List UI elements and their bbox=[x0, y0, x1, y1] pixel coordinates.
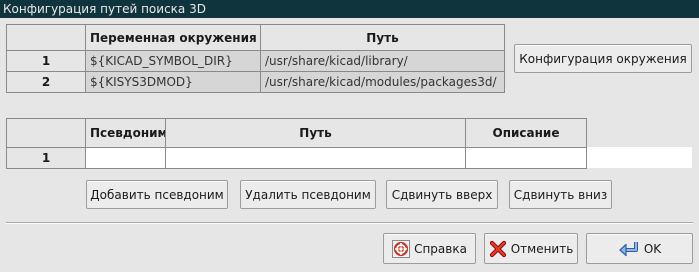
cancel-label: Отменить bbox=[510, 241, 574, 256]
cancel-button[interactable]: Отменить bbox=[484, 233, 578, 264]
configure-environment-button[interactable]: Конфигурация окружения bbox=[514, 44, 692, 73]
lifebuoy-icon bbox=[392, 239, 411, 258]
remove-alias-button[interactable]: Удалить псевдоним bbox=[240, 180, 376, 209]
help-button[interactable]: Справка bbox=[383, 233, 476, 264]
enter-arrow-icon bbox=[618, 240, 640, 258]
alias-row-label[interactable]: 1 bbox=[6, 147, 86, 169]
move-down-button[interactable]: Сдвинуть вниз bbox=[509, 180, 612, 209]
remove-alias-label: Удалить псевдоним bbox=[245, 187, 371, 202]
alias-table: Псевдоним Путь Описание 1 bbox=[6, 118, 587, 169]
separator-line bbox=[6, 222, 693, 224]
env-path-cell[interactable]: /usr/share/kicad/library/ bbox=[260, 50, 505, 72]
env-row-label[interactable]: 2 bbox=[6, 71, 86, 93]
env-variables-table: Переменная окружения Путь 1 ${KICAD_SYMB… bbox=[6, 24, 505, 93]
env-column-path[interactable]: Путь bbox=[260, 24, 505, 51]
table-row[interactable]: 2 ${KISYS3DMOD} /usr/share/kicad/modules… bbox=[6, 71, 505, 93]
env-row-label[interactable]: 1 bbox=[6, 50, 86, 72]
dialog-window: Конфигурация путей поиска 3D Переменная … bbox=[0, 0, 699, 272]
env-column-name[interactable]: Переменная окружения bbox=[85, 24, 261, 51]
table-row[interactable]: 1 ${KICAD_SYMBOL_DIR} /usr/share/kicad/l… bbox=[6, 50, 505, 72]
env-corner-cell bbox=[6, 24, 86, 51]
alias-column-alias[interactable]: Псевдоним bbox=[85, 118, 166, 148]
move-down-label: Сдвинуть вниз bbox=[513, 187, 608, 202]
ok-button[interactable]: OK bbox=[586, 233, 693, 264]
ok-label: OK bbox=[643, 241, 662, 256]
alias-corner-cell bbox=[6, 118, 86, 148]
alias-column-description[interactable]: Описание bbox=[465, 118, 587, 148]
env-name-cell[interactable]: ${KICAD_SYMBOL_DIR} bbox=[85, 50, 261, 72]
configure-environment-label: Конфигурация окружения bbox=[519, 51, 687, 66]
add-alias-label: Добавить псевдоним bbox=[90, 187, 224, 202]
window-title: Конфигурация путей поиска 3D bbox=[0, 0, 699, 18]
alias-column-path[interactable]: Путь bbox=[165, 118, 466, 148]
help-label: Справка bbox=[414, 241, 467, 256]
move-up-label: Сдвинуть вверх bbox=[391, 187, 493, 202]
alias-table-background bbox=[585, 147, 692, 168]
env-path-cell[interactable]: /usr/share/kicad/modules/packages3d/ bbox=[260, 71, 505, 93]
alias-path-cell[interactable] bbox=[165, 147, 466, 169]
env-name-cell[interactable]: ${KISYS3DMOD} bbox=[85, 71, 261, 93]
table-row[interactable]: 1 bbox=[6, 147, 587, 169]
alias-description-cell[interactable] bbox=[465, 147, 587, 169]
add-alias-button[interactable]: Добавить псевдоним bbox=[86, 180, 228, 209]
alias-name-cell[interactable] bbox=[85, 147, 166, 169]
move-up-button[interactable]: Сдвинуть вверх bbox=[386, 180, 498, 209]
red-x-icon bbox=[489, 240, 507, 258]
